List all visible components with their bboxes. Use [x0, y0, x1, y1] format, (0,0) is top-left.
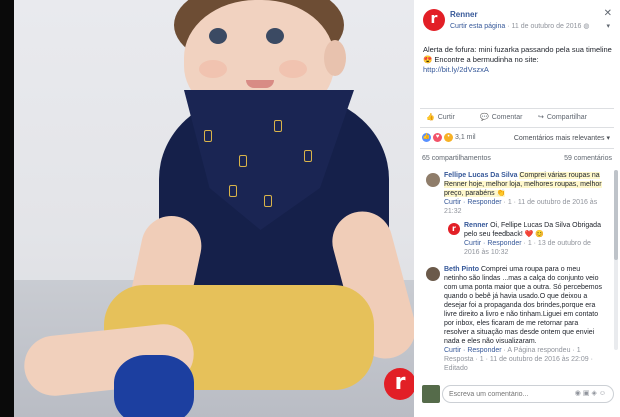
bib-print	[274, 120, 282, 132]
page-avatar[interactable]: r	[448, 223, 460, 235]
like-button[interactable]: 👍 Curtir	[426, 113, 455, 122]
photo-eye-right	[266, 28, 284, 44]
thumbs-up-icon: 👍	[426, 114, 435, 121]
viewer-frame: r r Renner Curtir esta página · 11 de ou…	[0, 0, 620, 417]
chevron-down-icon: ▾	[606, 135, 610, 142]
post-text: Alerta de fofura: mini fuzarka passando …	[423, 45, 613, 75]
renner-logo: r	[384, 368, 414, 400]
share-count[interactable]: 65 compartilhamentos	[422, 155, 491, 162]
comment-author[interactable]: Renner	[464, 222, 488, 229]
comment-reply-links[interactable]: Curtir · Responder	[464, 240, 522, 247]
photo-cheek-left	[199, 60, 227, 78]
emoji-icon[interactable]: ☺	[599, 390, 608, 397]
camera-icon[interactable]: ◉	[575, 390, 583, 397]
comment-text: Comprei uma roupa para o meu netinho são…	[444, 266, 602, 345]
composer-icons: ◉▣◈☺	[575, 389, 608, 397]
photo-eye-left	[209, 28, 227, 44]
photo-cheek-right	[279, 60, 307, 78]
comment-label: Comentar	[491, 113, 523, 121]
page-subline: Curtir esta página · 11 de outubro de 20…	[450, 22, 590, 30]
divider	[420, 148, 614, 149]
share-icon: ↪	[538, 114, 544, 121]
bib-print	[229, 185, 237, 197]
follow-page-link[interactable]: Curtir esta página	[450, 23, 505, 30]
comment-actions: Curtir · Responder · A Página respondeu …	[444, 347, 593, 372]
post-link[interactable]: http://bit.ly/2dVszxA	[423, 65, 489, 74]
reaction-summary[interactable]: 👍 ♥ • 3,1 mil	[422, 133, 476, 142]
post-body: Alerta de fofura: mini fuzarka passando …	[423, 45, 612, 64]
post-photo[interactable]: r	[14, 0, 414, 417]
reaction-count: 3,1 mil	[455, 134, 476, 141]
post-actions: 👍 Curtir 💬 Comentar ↪ Compartilhar	[420, 111, 614, 125]
close-icon[interactable]: ✕	[604, 8, 612, 19]
share-label: Compartilhar	[546, 113, 587, 121]
share-button[interactable]: ↪ Compartilhar	[538, 113, 587, 122]
comment-actions: Curtir · Responder · 1 · 13 de outubro d…	[464, 240, 591, 256]
comment-count[interactable]: 59 comentários	[564, 155, 612, 162]
comment-reply-links[interactable]: Curtir · Responder	[444, 347, 502, 354]
page-name[interactable]: Renner	[450, 10, 478, 19]
photo-mouth	[246, 80, 274, 88]
scrollbar[interactable]	[614, 170, 618, 350]
bib-print	[239, 155, 247, 167]
post-header: r Renner Curtir esta página · 11 de outu…	[414, 0, 620, 40]
post-side-panel: r Renner Curtir esta página · 11 de outu…	[414, 0, 620, 417]
commenter-avatar[interactable]	[426, 173, 440, 187]
like-reaction-icon: 👍	[422, 133, 431, 142]
post-date[interactable]: 11 de outubro de 2016	[512, 23, 582, 30]
user-avatar	[422, 385, 440, 403]
comment-composer: ◉▣◈☺	[420, 383, 616, 405]
divider	[420, 127, 614, 128]
comment-reply-links[interactable]: Curtir · Responder	[444, 199, 502, 206]
bib-print	[304, 150, 312, 162]
page-avatar[interactable]: r	[423, 9, 445, 31]
comment-list: Fellipe Lucas Da Silva Comprei várias ro…	[420, 167, 616, 382]
comment-button[interactable]: 💬 Comentar	[480, 113, 523, 122]
comment-reply-item: Renner Oi, Fellipe Lucas Da Silva Obriga…	[464, 221, 604, 257]
bib-print	[264, 195, 272, 207]
wow-reaction-icon: •	[444, 133, 453, 142]
comment-sort-dropdown[interactable]: Comentários mais relevantes ▾	[514, 134, 610, 142]
comment-actions: Curtir · Responder · 1 · 11 de outubro d…	[444, 199, 598, 215]
chevron-down-icon[interactable]: ▾	[606, 22, 610, 30]
like-label: Curtir	[437, 113, 455, 121]
comment-item: Fellipe Lucas Da Silva Comprei várias ro…	[444, 171, 604, 216]
comment-item: Beth Pinto Comprei uma roupa para o meu …	[444, 265, 604, 373]
love-reaction-icon: ♥	[433, 133, 442, 142]
comment-author[interactable]: Fellipe Lucas Da Silva	[444, 172, 518, 179]
bib-print	[204, 130, 212, 142]
globe-icon: ◍	[583, 23, 590, 30]
sticker-icon[interactable]: ◈	[591, 390, 598, 397]
commenter-avatar[interactable]	[426, 267, 440, 281]
photo-ear	[324, 40, 346, 76]
comment-author[interactable]: Beth Pinto	[444, 266, 479, 273]
comment-sort-label: Comentários mais relevantes	[513, 135, 605, 142]
scrollbar-thumb[interactable]	[614, 170, 618, 260]
divider	[420, 108, 614, 109]
comment-icon: 💬	[480, 114, 489, 121]
photo-blue-shoe	[114, 355, 194, 417]
